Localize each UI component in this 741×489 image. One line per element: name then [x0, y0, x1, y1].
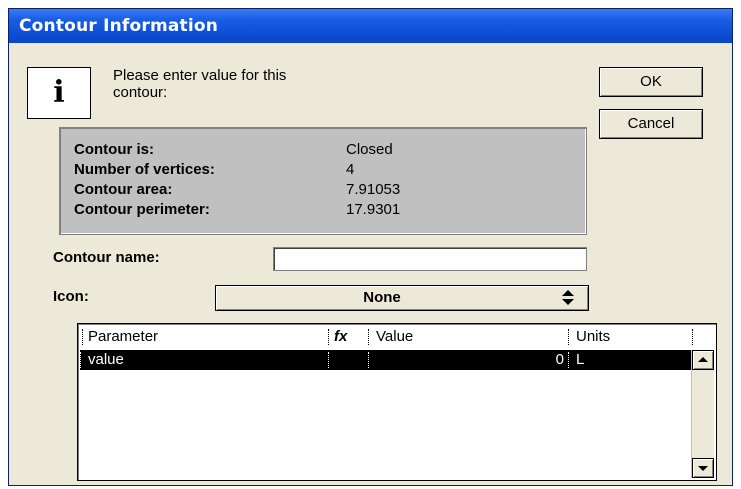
row-separator: [368, 352, 369, 368]
contour-information-dialog: Contour Information i Please enter value…: [8, 8, 733, 486]
parameter-table: Parameter fx Value Units value 0 L: [77, 323, 717, 481]
column-header-parameter[interactable]: Parameter: [88, 326, 158, 348]
cell-units[interactable]: L: [576, 350, 584, 370]
contour-name-label: Contour name:: [53, 249, 160, 266]
icon-label: Icon:: [53, 288, 89, 305]
cell-value[interactable]: 0: [556, 350, 564, 370]
table-header: Parameter fx Value Units: [80, 326, 714, 348]
scroll-down-button[interactable]: [692, 458, 714, 478]
info-label: Contour area:: [74, 181, 173, 198]
info-label: Contour perimeter:: [74, 201, 210, 218]
prompt-line-2: contour:: [113, 84, 168, 101]
vertical-scrollbar[interactable]: [691, 350, 714, 478]
title-bar[interactable]: Contour Information: [9, 9, 732, 43]
column-separator: [568, 329, 569, 345]
scroll-up-button[interactable]: [692, 350, 714, 370]
info-value: 7.91053: [346, 181, 401, 198]
fx-label: fx: [334, 328, 348, 345]
info-value: Closed: [346, 141, 393, 158]
table-row[interactable]: value 0 L: [80, 350, 692, 370]
info-value: 4: [346, 161, 355, 178]
row-separator: [568, 352, 569, 368]
info-value: 17.9301: [346, 201, 401, 218]
arrow-down-icon: [698, 466, 708, 471]
column-header-units[interactable]: Units: [576, 326, 610, 348]
icon-select-value: None: [363, 289, 401, 306]
column-separator: [368, 329, 369, 345]
column-separator: [692, 329, 693, 345]
row-separator: [328, 352, 329, 368]
contour-name-input[interactable]: [273, 247, 587, 271]
up-down-arrows-icon: [562, 290, 574, 305]
cancel-button[interactable]: Cancel: [599, 109, 703, 139]
contour-info-panel: Contour is: Closed Number of vertices: 4…: [59, 127, 587, 235]
info-icon: i: [27, 67, 91, 119]
column-separator: [82, 329, 83, 345]
info-label: Contour is:: [74, 141, 154, 158]
info-label: Number of vertices:: [74, 161, 215, 178]
arrow-up-icon: [698, 357, 708, 362]
ok-button[interactable]: OK: [599, 67, 703, 97]
column-header-value[interactable]: Value: [376, 326, 413, 348]
column-separator: [328, 329, 329, 345]
row-separator: [80, 352, 81, 368]
fx-icon[interactable]: fx: [334, 326, 347, 348]
cell-parameter[interactable]: value: [88, 350, 124, 370]
prompt-text: Please enter value for this contour:: [113, 67, 413, 101]
prompt-line-1: Please enter value for this: [113, 67, 287, 84]
icon-select[interactable]: None: [215, 285, 589, 311]
